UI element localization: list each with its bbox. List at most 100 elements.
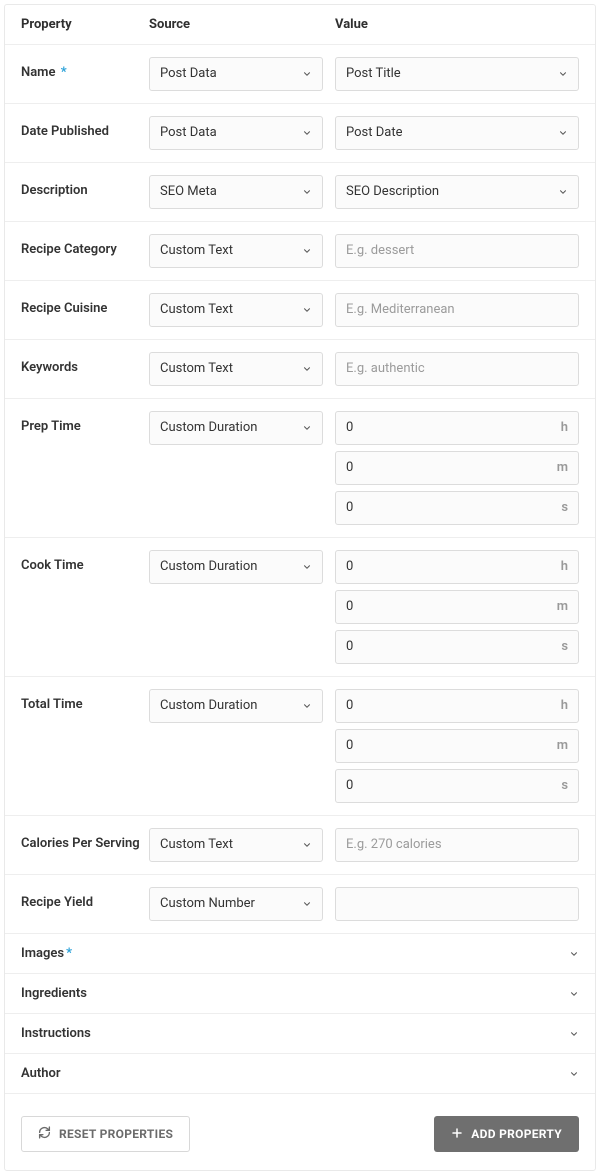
chevron-down-icon xyxy=(302,840,312,850)
value-select-description[interactable]: SEO Description xyxy=(335,175,579,209)
duration-m-cook_time-value: 0 xyxy=(346,591,353,623)
value-input-recipe_cuisine[interactable]: E.g. Mediterranean xyxy=(335,293,579,327)
collapsed-section-images[interactable]: Images * xyxy=(5,934,595,974)
property-row-date_published: Date Published Post Data Post Date xyxy=(5,104,595,163)
property-label-text: Total Time xyxy=(21,697,83,712)
value-input-calories[interactable]: E.g. 270 calories xyxy=(335,828,579,862)
value-select-name-label: Post Title xyxy=(346,58,401,90)
value-select-description-label: SEO Description xyxy=(346,176,439,208)
duration-s-cook_time[interactable]: 0s xyxy=(335,630,579,664)
header-property: Property xyxy=(21,17,149,32)
source-select-recipe_cuisine[interactable]: Custom Text xyxy=(149,293,323,327)
property-label-description: Description xyxy=(21,175,149,198)
add-property-button[interactable]: ADD PROPERTY xyxy=(434,1116,579,1152)
property-row-keywords: Keywords Custom Text E.g. authentic xyxy=(5,340,595,399)
value-select-date_published[interactable]: Post Date xyxy=(335,116,579,150)
duration-s-cook_time-value: 0 xyxy=(346,631,353,663)
header-source: Source xyxy=(149,17,335,32)
property-row-name: Name *Post DataPost Title xyxy=(5,45,595,104)
property-row-recipe_yield: Recipe YieldCustom Number xyxy=(5,875,595,934)
duration-m-cook_time-unit: m xyxy=(557,591,568,623)
duration-h-cook_time[interactable]: 0h xyxy=(335,550,579,584)
chevron-down-icon xyxy=(302,701,312,711)
source-select-recipe_category[interactable]: Custom Text xyxy=(149,234,323,268)
plus-icon xyxy=(451,1127,463,1142)
value-select-name[interactable]: Post Title xyxy=(335,57,579,91)
duration-m-total_time-unit: m xyxy=(557,730,568,762)
chevron-down-icon xyxy=(558,128,568,138)
collapsed-section-author[interactable]: Author xyxy=(5,1054,595,1094)
duration-h-prep_time-value: 0 xyxy=(346,412,353,444)
duration-s-total_time[interactable]: 0s xyxy=(335,769,579,803)
duration-m-prep_time-value: 0 xyxy=(346,452,353,484)
property-label-total_time: Total Time xyxy=(21,689,149,712)
source-select-total_time-label: Custom Duration xyxy=(160,690,257,722)
source-select-name[interactable]: Post Data xyxy=(149,57,323,91)
value-input-keywords[interactable]: E.g. authentic xyxy=(335,352,579,386)
value-col: 0h0m0s xyxy=(335,689,579,803)
duration-h-prep_time-unit: h xyxy=(561,412,568,444)
source-select-prep_time[interactable]: Custom Duration xyxy=(149,411,323,445)
table-header: Property Source Value xyxy=(5,5,595,45)
property-row-recipe_cuisine: Recipe CuisineCustom TextE.g. Mediterran… xyxy=(5,281,595,340)
property-row-total_time: Total TimeCustom Duration0h0m0s xyxy=(5,677,595,816)
value-input-recipe_category-text: E.g. dessert xyxy=(346,235,414,267)
reset-properties-button[interactable]: RESET PROPERTIES xyxy=(21,1116,190,1152)
duration-s-total_time-value: 0 xyxy=(346,770,353,802)
property-row-description: Description SEO Meta SEO Description xyxy=(5,163,595,222)
duration-m-total_time[interactable]: 0m xyxy=(335,729,579,763)
value-input-recipe_cuisine-text: E.g. Mediterranean xyxy=(346,294,455,326)
collapsed-section-ingredients[interactable]: Ingredients xyxy=(5,974,595,1014)
source-select-total_time[interactable]: Custom Duration xyxy=(149,689,323,723)
source-select-date_published[interactable]: Post Data xyxy=(149,116,323,150)
duration-s-prep_time-value: 0 xyxy=(346,492,353,524)
collapsed-label: Instructions xyxy=(21,1026,91,1041)
collapsed-container: Images * Ingredients Instructions Author xyxy=(5,934,595,1094)
collapsed-left: Instructions xyxy=(21,1026,91,1041)
source-col: Post Data xyxy=(149,116,335,150)
duration-h-total_time-unit: h xyxy=(561,690,568,722)
source-select-calories[interactable]: Custom Text xyxy=(149,828,323,862)
source-select-recipe_yield-label: Custom Number xyxy=(160,888,255,920)
property-row-cook_time: Cook TimeCustom Duration0h0m0s xyxy=(5,538,595,677)
property-label-text: Description xyxy=(21,183,88,198)
property-label-text: Date Published xyxy=(21,124,109,139)
value-input-recipe_yield[interactable] xyxy=(335,887,579,921)
source-select-recipe_category-label: Custom Text xyxy=(160,235,233,267)
source-col: SEO Meta xyxy=(149,175,335,209)
source-col: Custom Duration xyxy=(149,550,335,584)
property-row-prep_time: Prep TimeCustom Duration0h0m0s xyxy=(5,399,595,538)
value-col xyxy=(335,887,579,921)
value-input-recipe_category[interactable]: E.g. dessert xyxy=(335,234,579,268)
duration-m-cook_time[interactable]: 0m xyxy=(335,590,579,624)
source-select-cook_time[interactable]: Custom Duration xyxy=(149,550,323,584)
collapsed-section-instructions[interactable]: Instructions xyxy=(5,1014,595,1054)
chevron-down-icon xyxy=(302,69,312,79)
required-asterisk: * xyxy=(66,946,72,961)
property-label-date_published: Date Published xyxy=(21,116,149,139)
source-select-description[interactable]: SEO Meta xyxy=(149,175,323,209)
value-col: SEO Description xyxy=(335,175,579,209)
property-label-text: Keywords xyxy=(21,360,78,375)
collapsed-left: Ingredients xyxy=(21,986,87,1001)
collapsed-left: Author xyxy=(21,1066,61,1081)
chevron-down-icon xyxy=(302,562,312,572)
duration-m-prep_time[interactable]: 0m xyxy=(335,451,579,485)
duration-s-prep_time-unit: s xyxy=(561,492,568,524)
reset-properties-label: RESET PROPERTIES xyxy=(59,1127,173,1141)
source-select-calories-label: Custom Text xyxy=(160,829,233,861)
chevron-down-icon xyxy=(569,1069,579,1079)
chevron-down-icon xyxy=(302,423,312,433)
source-select-recipe_yield[interactable]: Custom Number xyxy=(149,887,323,921)
duration-m-prep_time-unit: m xyxy=(557,452,568,484)
duration-h-total_time[interactable]: 0h xyxy=(335,689,579,723)
duration-h-prep_time[interactable]: 0h xyxy=(335,411,579,445)
source-select-name-label: Post Data xyxy=(160,58,217,90)
collapsed-label: Author xyxy=(21,1066,61,1081)
collapsed-left: Images * xyxy=(21,946,72,961)
source-select-keywords[interactable]: Custom Text xyxy=(149,352,323,386)
source-select-recipe_cuisine-label: Custom Text xyxy=(160,294,233,326)
value-col: 0h0m0s xyxy=(335,411,579,525)
chevron-down-icon xyxy=(302,364,312,374)
duration-s-prep_time[interactable]: 0s xyxy=(335,491,579,525)
